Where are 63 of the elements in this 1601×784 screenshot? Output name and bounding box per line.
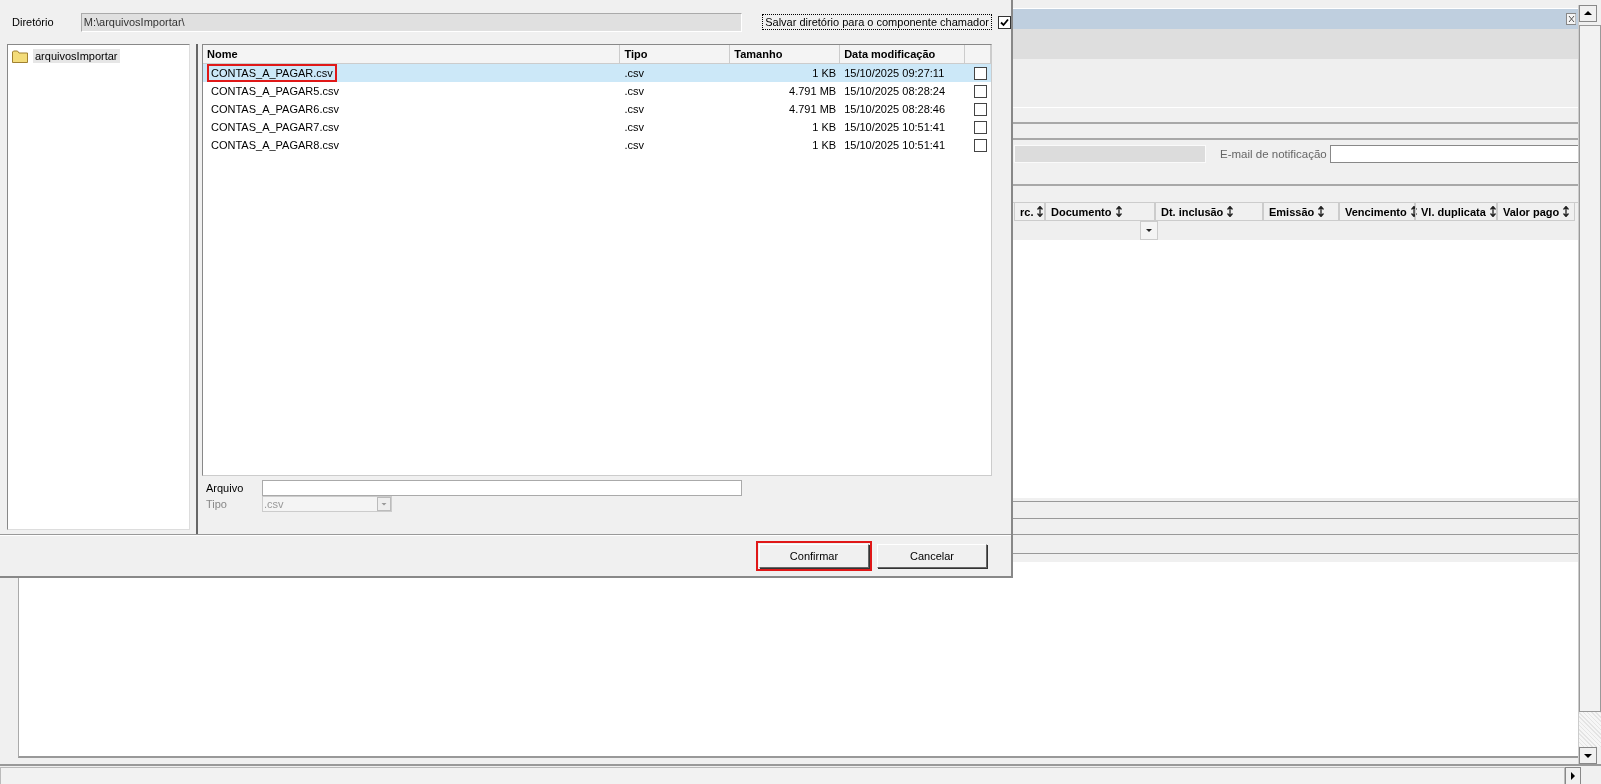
checkbox[interactable] bbox=[974, 102, 987, 116]
column-header[interactable]: Tipo bbox=[620, 45, 731, 64]
field-label: E-mail de notificação bbox=[1220, 148, 1327, 160]
column-header[interactable]: Tamanho bbox=[730, 45, 841, 64]
table-cell: .csv bbox=[624, 121, 644, 133]
checkbox[interactable] bbox=[974, 66, 987, 80]
sort-icon bbox=[1115, 206, 1122, 217]
file-name: CONTAS_A_PAGAR.csv bbox=[207, 64, 337, 82]
table-cell: 15/10/2025 10:51:41 bbox=[844, 139, 946, 151]
sort-icon bbox=[1318, 206, 1325, 217]
directory-label: Diretório bbox=[12, 16, 55, 28]
table-cell: 15/10/2025 10:51:41 bbox=[844, 121, 946, 133]
file-row[interactable]: CONTAS_A_PAGAR7.csv .csv 1 KB 15/10/2025 10:51:41 bbox=[203, 118, 991, 136]
file-row[interactable]: CONTAS_A_PAGAR6.csv .csv 4.791 MB 15/10/2025 08:28:46 bbox=[203, 100, 991, 118]
sort-icon bbox=[1489, 206, 1496, 217]
table-cell: 4.791 MB bbox=[789, 85, 837, 97]
dialog-button[interactable]: Confirmar bbox=[759, 543, 869, 568]
checkbox[interactable] bbox=[974, 84, 987, 98]
sort-icon bbox=[1227, 206, 1234, 217]
checkbox[interactable] bbox=[998, 15, 1011, 29]
close-icon[interactable] bbox=[1566, 13, 1576, 25]
dropdown-icon bbox=[1146, 229, 1152, 232]
filter-dropdown[interactable] bbox=[1140, 221, 1158, 240]
scroll-right-icon[interactable] bbox=[1565, 767, 1581, 784]
column-header[interactable]: Data modificação bbox=[840, 45, 965, 64]
folder-icon bbox=[12, 49, 28, 63]
folder-item[interactable]: arquivosImportar bbox=[33, 49, 120, 63]
scrollbar-thumb[interactable] bbox=[0, 767, 1565, 784]
table-cell: 15/10/2025 09:27:11 bbox=[844, 67, 945, 79]
checkbox[interactable] bbox=[974, 138, 987, 152]
table-cell: 1 KB bbox=[812, 121, 837, 133]
table-cell: 1 KB bbox=[812, 67, 837, 79]
column-header[interactable]: Nome bbox=[203, 45, 621, 64]
table-cell: 4.791 MB bbox=[789, 103, 837, 115]
table-cell: .csv bbox=[624, 67, 644, 79]
table-cell: 1 KB bbox=[812, 139, 837, 151]
file-name-field[interactable] bbox=[262, 480, 742, 496]
file-name: CONTAS_A_PAGAR6.csv bbox=[210, 102, 340, 117]
table-cell: .csv bbox=[624, 85, 644, 97]
scroll-up-icon[interactable] bbox=[1579, 5, 1597, 22]
field-label: Arquivo bbox=[206, 482, 245, 494]
table-cell: .csv bbox=[624, 139, 644, 151]
sort-icon bbox=[1410, 206, 1417, 217]
checkbox[interactable] bbox=[974, 120, 987, 134]
file-name: CONTAS_A_PAGAR8.csv bbox=[210, 138, 340, 153]
table-cell: 15/10/2025 08:28:46 bbox=[844, 103, 946, 115]
file-name: CONTAS_A_PAGAR5.csv bbox=[210, 84, 340, 99]
file-name: CONTAS_A_PAGAR7.csv bbox=[210, 120, 340, 135]
dialog-button[interactable]: Cancelar bbox=[877, 543, 987, 568]
email-field[interactable] bbox=[1329, 145, 1578, 163]
horizontal-scrollbar[interactable] bbox=[0, 764, 1601, 784]
dropdown-icon bbox=[377, 497, 391, 511]
directory-field[interactable]: M:\arquivosImportar\ bbox=[80, 12, 743, 32]
field-label: Tipo bbox=[206, 498, 228, 510]
checkbox-label[interactable]: Salvar diretório para o componente chamador bbox=[762, 14, 992, 30]
file-row[interactable]: CONTAS_A_PAGAR5.csv .csv 4.791 MB 15/10/2025 08:28:24 bbox=[203, 82, 991, 100]
table-cell: .csv bbox=[624, 103, 644, 115]
scroll-down-icon[interactable] bbox=[1579, 747, 1597, 764]
sort-icon bbox=[1563, 206, 1570, 217]
file-row[interactable]: CONTAS_A_PAGAR.csv .csv 1 KB 15/10/2025 09:27:11 bbox=[203, 64, 991, 82]
sort-icon bbox=[1037, 206, 1044, 217]
table-cell: 15/10/2025 08:28:24 bbox=[844, 85, 946, 97]
file-row[interactable]: CONTAS_A_PAGAR8.csv .csv 1 KB 15/10/2025 10:51:41 bbox=[203, 136, 991, 154]
